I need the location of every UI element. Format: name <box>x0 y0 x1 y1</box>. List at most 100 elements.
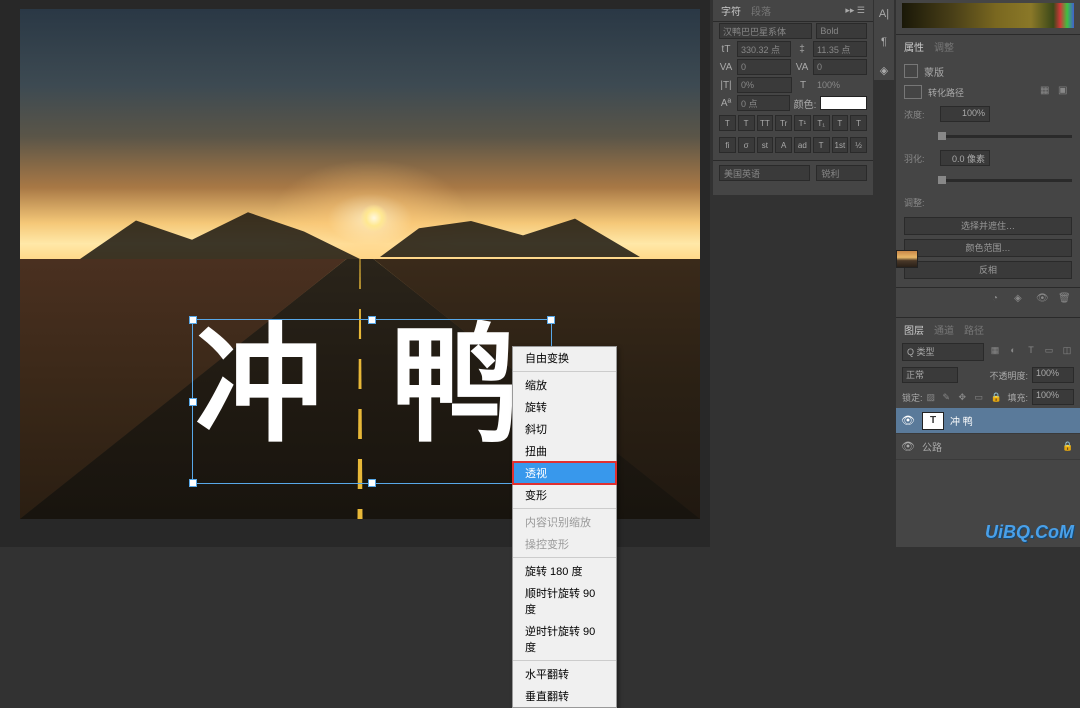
blend-mode-field[interactable]: 正常 <box>902 367 958 383</box>
faux-italic-btn[interactable]: T <box>738 115 755 131</box>
cm-scale[interactable]: 缩放 <box>513 374 616 396</box>
ot-swash-btn[interactable]: A <box>775 137 792 153</box>
ot-fractions-btn[interactable]: ½ <box>850 137 867 153</box>
kerning-field[interactable]: 0 <box>737 59 791 75</box>
tab-paragraph[interactable]: 段落 <box>751 3 771 18</box>
baseline-field[interactable]: 0 点 <box>737 95 790 111</box>
para-styles-icon[interactable]: ¶ <box>877 36 891 50</box>
ot-stylistic-btn[interactable]: ad <box>794 137 811 153</box>
disable-mask-icon[interactable]: 👁 <box>1036 293 1050 307</box>
lock-pixels-icon[interactable]: ✎ <box>943 392 955 403</box>
ot-titling-btn[interactable]: T <box>813 137 830 153</box>
layer-thumb-image[interactable] <box>896 250 918 268</box>
cm-rotate[interactable]: 旋转 <box>513 396 616 418</box>
filter-type-icon[interactable]: T <box>1024 345 1038 359</box>
text-color-swatch[interactable] <box>820 96 867 110</box>
tab-paths[interactable]: 路径 <box>964 322 984 337</box>
cm-warp[interactable]: 变形 <box>513 484 616 506</box>
handle-w[interactable] <box>189 398 197 406</box>
filter-pixel-icon[interactable]: ▦ <box>988 345 1002 359</box>
panel-collapse-icon[interactable]: ▸▸ ☰ <box>845 5 865 16</box>
fill-value[interactable]: 100% <box>1032 389 1074 405</box>
handle-sw[interactable] <box>189 479 197 487</box>
superscript-btn[interactable]: T¹ <box>794 115 811 131</box>
handle-s[interactable] <box>368 479 376 487</box>
filter-smart-icon[interactable]: ◫ <box>1060 345 1074 359</box>
density-value[interactable]: 100% <box>940 106 990 122</box>
feather-slider[interactable] <box>938 179 1072 182</box>
font-family-field[interactable]: 汉鸭巴巴星系体 <box>719 23 812 39</box>
smallcaps-btn[interactable]: Tr <box>775 115 792 131</box>
ot-discretionary-btn[interactable]: st <box>757 137 774 153</box>
layer-row-text[interactable]: 👁 T 冲 鸭 <box>896 408 1080 434</box>
tracking-field[interactable]: 0 <box>813 59 867 75</box>
color-range-btn[interactable]: 颜色范围… <box>904 239 1072 257</box>
layer-filter-type[interactable]: Q 类型 <box>902 343 984 361</box>
cm-perspective[interactable]: 透视 <box>513 462 616 484</box>
3d-icon[interactable]: ◈ <box>877 64 891 78</box>
cm-distort[interactable]: 扭曲 <box>513 440 616 462</box>
vector-mask-btn[interactable]: ▣ <box>1058 85 1072 99</box>
ot-contextual-btn[interactable]: σ <box>738 137 755 153</box>
leading-field[interactable]: 11.35 点 <box>813 41 867 57</box>
tab-channels[interactable]: 通道 <box>934 322 954 337</box>
font-size-field[interactable]: 330.32 点 <box>737 41 791 57</box>
ot-ordinals-btn[interactable]: 1st <box>832 137 849 153</box>
tab-adjustments[interactable]: 调整 <box>934 39 954 54</box>
cm-flip-vertical[interactable]: 垂直翻转 <box>513 685 616 707</box>
antialias-field[interactable]: 锐利 <box>816 165 867 181</box>
lock-position-icon[interactable]: ✥ <box>959 392 971 403</box>
density-slider[interactable] <box>938 135 1072 138</box>
font-size-icon: tT <box>719 44 733 55</box>
layer-row-image[interactable]: 👁 公路 🔒 <box>896 434 1080 460</box>
feather-value[interactable]: 0.0 像素 <box>940 150 990 166</box>
opacity-value[interactable]: 100% <box>1032 367 1074 383</box>
invert-btn[interactable]: 反相 <box>904 261 1072 279</box>
pixel-mask-btn[interactable]: ▦ <box>1040 85 1054 99</box>
color-ramp[interactable] <box>902 3 1074 28</box>
select-and-mask-btn[interactable]: 选择并遮住… <box>904 217 1072 235</box>
filter-adjust-icon[interactable]: ◐ <box>1006 345 1020 359</box>
vscale-field[interactable]: 0% <box>737 77 792 93</box>
cm-flip-horizontal[interactable]: 水平翻转 <box>513 663 616 685</box>
language-field[interactable]: 美国英语 <box>719 165 810 181</box>
visibility-eye-icon[interactable]: 👁 <box>900 440 916 453</box>
tab-properties[interactable]: 属性 <box>904 39 924 54</box>
char-styles-icon[interactable]: A| <box>877 8 891 22</box>
apply-mask-icon[interactable]: ◈ <box>1014 293 1028 307</box>
faux-bold-btn[interactable]: T <box>719 115 736 131</box>
hscale-field[interactable]: 100% <box>814 77 867 93</box>
transform-bounding-box[interactable] <box>192 319 552 484</box>
tab-layers[interactable]: 图层 <box>904 322 924 337</box>
mask-icon <box>904 64 918 78</box>
font-style-field[interactable]: Bold <box>816 23 867 39</box>
filter-shape-icon[interactable]: ▭ <box>1042 345 1056 359</box>
right-panel-column: 属性 调整 蒙版 转化路径 ▦ ▣ 浓度: 100% 羽化: <box>896 0 1080 547</box>
delete-mask-icon[interactable]: 🗑 <box>1058 293 1072 307</box>
layer-thumb-text[interactable]: T <box>922 412 944 430</box>
cm-rotate-ccw-90[interactable]: 逆时针旋转 90 度 <box>513 620 616 658</box>
allcaps-btn[interactable]: TT <box>757 115 774 131</box>
handle-ne[interactable] <box>547 316 555 324</box>
subscript-btn[interactable]: T₁ <box>813 115 830 131</box>
layer-name[interactable]: 公路 <box>922 439 1056 454</box>
tab-character[interactable]: 字符 <box>721 3 741 18</box>
handle-nw[interactable] <box>189 316 197 324</box>
handle-n[interactable] <box>368 316 376 324</box>
transform-context-menu[interactable]: 自由变换 缩放 旋转 斜切 扭曲 透视 变形 内容识别缩放 操控变形 旋转 18… <box>512 346 617 708</box>
cm-rotate-cw-90[interactable]: 顺时针旋转 90 度 <box>513 582 616 620</box>
cm-free-transform[interactable]: 自由变换 <box>513 347 616 369</box>
strikethrough-btn[interactable]: T <box>850 115 867 131</box>
lock-all-icon[interactable]: 🔒 <box>991 392 1003 403</box>
cm-rotate-180[interactable]: 旋转 180 度 <box>513 560 616 582</box>
layer-name[interactable]: 冲 鸭 <box>950 413 1076 428</box>
visibility-eye-icon[interactable]: 👁 <box>900 414 916 427</box>
underline-btn[interactable]: T <box>832 115 849 131</box>
load-selection-icon[interactable]: ◔ <box>992 293 1006 307</box>
ot-ligatures-btn[interactable]: fi <box>719 137 736 153</box>
lock-artboard-icon[interactable]: ▭ <box>975 392 987 403</box>
cm-skew[interactable]: 斜切 <box>513 418 616 440</box>
lock-transparency-icon[interactable]: ▨ <box>927 392 939 403</box>
pixel-mask-icon[interactable] <box>904 85 922 99</box>
type-style-buttons: T T TT Tr T¹ T₁ T T <box>713 112 873 134</box>
